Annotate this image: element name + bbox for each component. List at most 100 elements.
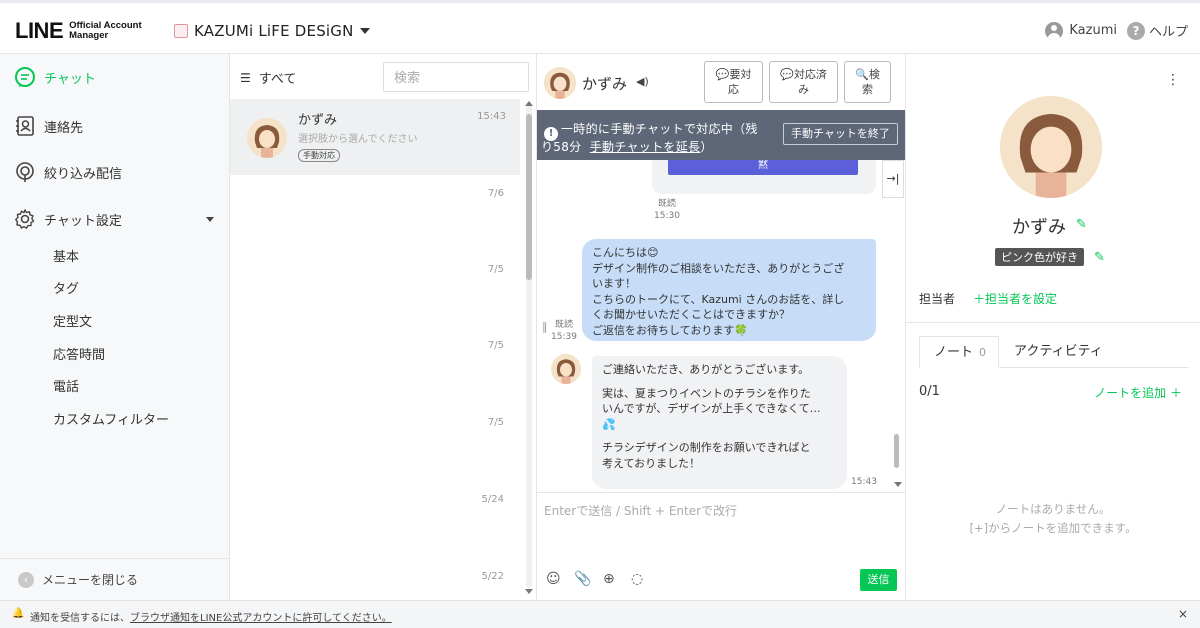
divider: [906, 322, 1200, 323]
add-note-button[interactable]: ノートを追加 ＋: [1094, 384, 1182, 401]
scrollbar-thumb[interactable]: [894, 434, 899, 468]
edit-tag-icon[interactable]: ✎: [1094, 250, 1105, 265]
caret-down-icon: [359, 28, 370, 34]
read-receipt: 既読 15:30: [652, 198, 682, 222]
empty-notes-message: ノートはありません。 [+]からノートを追加できます。: [906, 500, 1200, 538]
search-input[interactable]: [383, 62, 529, 92]
account-switcher[interactable]: KAZUMi LiFE DESiGN: [174, 22, 370, 40]
top-right-menu: Kazumi ? ヘルプ: [1045, 21, 1188, 40]
read-status: 既読: [554, 320, 573, 330]
message-line: 考えておりました！: [602, 456, 701, 470]
sidebar-label-chat: チャット: [44, 71, 96, 87]
scroll-down-icon[interactable]: [525, 589, 533, 594]
line-logo[interactable]: LINE Official Account Manager: [15, 18, 142, 44]
logo-sub-line2: Manager: [69, 30, 109, 41]
list-date: 5/22: [481, 571, 504, 582]
sidebar-label-broadcast: 絞り込み配信: [44, 166, 123, 182]
help-link[interactable]: ヘルプ: [1149, 21, 1188, 40]
incoming-message: ご連絡いただき、ありがとうございます。 実は、夏まつりイベントのチラシを作りた …: [592, 356, 847, 489]
note-count: 0/1: [919, 384, 940, 399]
message-line: ご返信をお待ちしております🍀: [592, 323, 749, 337]
message-line: 💦: [602, 417, 616, 431]
profile-avatar: [1000, 96, 1102, 198]
filter-dropdown[interactable]: ☰ すべて: [240, 68, 297, 88]
set-assignee-link[interactable]: ＋担当者を設定: [973, 290, 1057, 307]
top-bar: LINE Official Account Manager KAZUMi LiF…: [0, 0, 1200, 54]
read-status: 既読: [657, 199, 676, 209]
gear-icon: [14, 208, 36, 230]
sidebar-sub-tags[interactable]: タグ: [53, 278, 79, 297]
chat-list-panel: ☰ すべて かずみ 選択肢から選んでください 手動対応 15:43 7/6 7/…: [230, 54, 537, 600]
banner-text-line1: 一時的に手動チャットで対応中（残: [561, 122, 758, 136]
chat-header: かずみ ◀) 💬要対 応 💬対応済 み 🔍検 索: [537, 54, 905, 110]
chat-bubble-icon[interactable]: ◌: [631, 571, 643, 587]
notification-text: 通知を受信するには、ブラウザ通知をLINE公式アカウントに許可してください。: [30, 609, 392, 624]
needs-action-label-1: 要対: [729, 68, 752, 81]
sidebar-sub-templates[interactable]: 定型文: [53, 311, 92, 330]
message-composer: Enterで送信 / Shift + Enterで改行 ☺ 📎 ⊕ ◌ 送信: [537, 492, 905, 600]
list-date: 7/6: [487, 188, 504, 199]
tab-notes[interactable]: ノート 0: [919, 336, 999, 368]
sidebar-label-contacts: 連絡先: [44, 120, 84, 136]
search-icon: 🔍: [855, 68, 869, 81]
notification-link[interactable]: ブラウザ通知をLINE公式アカウントに許可してください。: [130, 613, 392, 624]
assignee-label: 担当者: [919, 292, 956, 306]
needs-action-button[interactable]: 💬要対 応: [704, 61, 763, 103]
send-button[interactable]: 送信: [860, 569, 897, 591]
contacts-icon: [14, 115, 36, 137]
message-input[interactable]: Enterで送信 / Shift + Enterで改行: [544, 502, 737, 519]
message-line: こんにちは😊: [592, 246, 659, 259]
bell-icon: 🔔: [12, 608, 25, 619]
profile-panel: ⋮ かずみ ✎ ピンク色が好き ✎ 担当者 ＋担当者を設定 ノート 0 アクティビ…: [905, 54, 1200, 600]
user-name[interactable]: Kazumi: [1069, 23, 1117, 38]
search-chat-label-1: 検: [868, 68, 880, 81]
sidebar-sub-basic[interactable]: 基本: [53, 246, 79, 265]
caret-down-icon: [206, 217, 214, 222]
tab-activity[interactable]: アクティビティ: [1014, 336, 1103, 368]
user-icon[interactable]: [1045, 21, 1064, 40]
sidebar-item-broadcast[interactable]: 絞り込み配信: [14, 161, 122, 183]
sidebar-sub-hours[interactable]: 応答時間: [53, 344, 105, 363]
account-icon: [174, 24, 188, 38]
end-manual-chat-button[interactable]: 手動チャットを終了: [783, 123, 898, 145]
resolved-button[interactable]: 💬対応済 み: [769, 61, 838, 103]
filter-label: すべて: [258, 72, 297, 87]
add-message-icon[interactable]: ⊕: [603, 571, 615, 587]
chat-list-item-time: 15:43: [477, 111, 506, 122]
scroll-up-icon[interactable]: [525, 101, 533, 106]
profile-tabs: ノート 0 アクティビティ: [919, 336, 1189, 368]
sidebar: チャット 連絡先 絞り込み配信 チャット設定 基本 タグ 定型文 応答時間 電話…: [0, 54, 230, 600]
empty-line: [+]からノートを追加できます。: [969, 521, 1137, 535]
resolved-label-1: 対応済: [793, 68, 827, 81]
speaker-icon[interactable]: ◀): [636, 75, 649, 88]
message-line: います！: [592, 277, 636, 290]
list-date: 7/5: [487, 340, 504, 351]
close-icon[interactable]: ×: [1178, 607, 1188, 621]
help-icon[interactable]: ?: [1126, 21, 1145, 40]
scroll-down-icon[interactable]: [894, 482, 902, 487]
chat-list-item[interactable]: かずみ 選択肢から選んでください 手動対応 15:43: [230, 99, 520, 175]
emoji-icon[interactable]: ☺: [546, 571, 561, 587]
attachment-icon[interactable]: 📎: [574, 571, 591, 587]
scrollbar-thumb[interactable]: [526, 114, 532, 280]
avatar: [551, 354, 581, 384]
close-menu-button[interactable]: ‹ メニューを閉じる: [0, 558, 230, 600]
sidebar-sub-custom-filter[interactable]: カスタムフィルター: [53, 409, 169, 428]
sidebar-item-chat[interactable]: チャット: [14, 66, 96, 88]
search-chat-button[interactable]: 🔍検 索: [844, 61, 891, 103]
chat-icon: [14, 66, 36, 88]
collapse-panel-icon[interactable]: →|: [882, 160, 904, 198]
more-menu-icon[interactable]: ⋮: [1166, 72, 1180, 88]
sidebar-item-contacts[interactable]: 連絡先: [14, 115, 83, 137]
logo-line-text: LINE: [15, 18, 64, 43]
message-line: くお聞かせいただくことはできますか？: [592, 308, 790, 321]
sidebar-sub-phone[interactable]: 電話: [53, 376, 79, 395]
banner-text-line2: り58分 手動チャットを延長）: [541, 138, 713, 155]
message-icon: 💬: [780, 68, 794, 81]
chat-list-item-preview: 選択肢から選んでください: [298, 134, 418, 145]
extend-manual-chat-link[interactable]: 手動チャットを延長: [590, 140, 701, 154]
broadcast-icon: [14, 161, 36, 183]
edit-name-icon[interactable]: ✎: [1076, 217, 1087, 232]
drag-handle-icon[interactable]: ‖: [542, 320, 548, 333]
sidebar-item-chat-settings[interactable]: チャット設定: [14, 208, 214, 230]
